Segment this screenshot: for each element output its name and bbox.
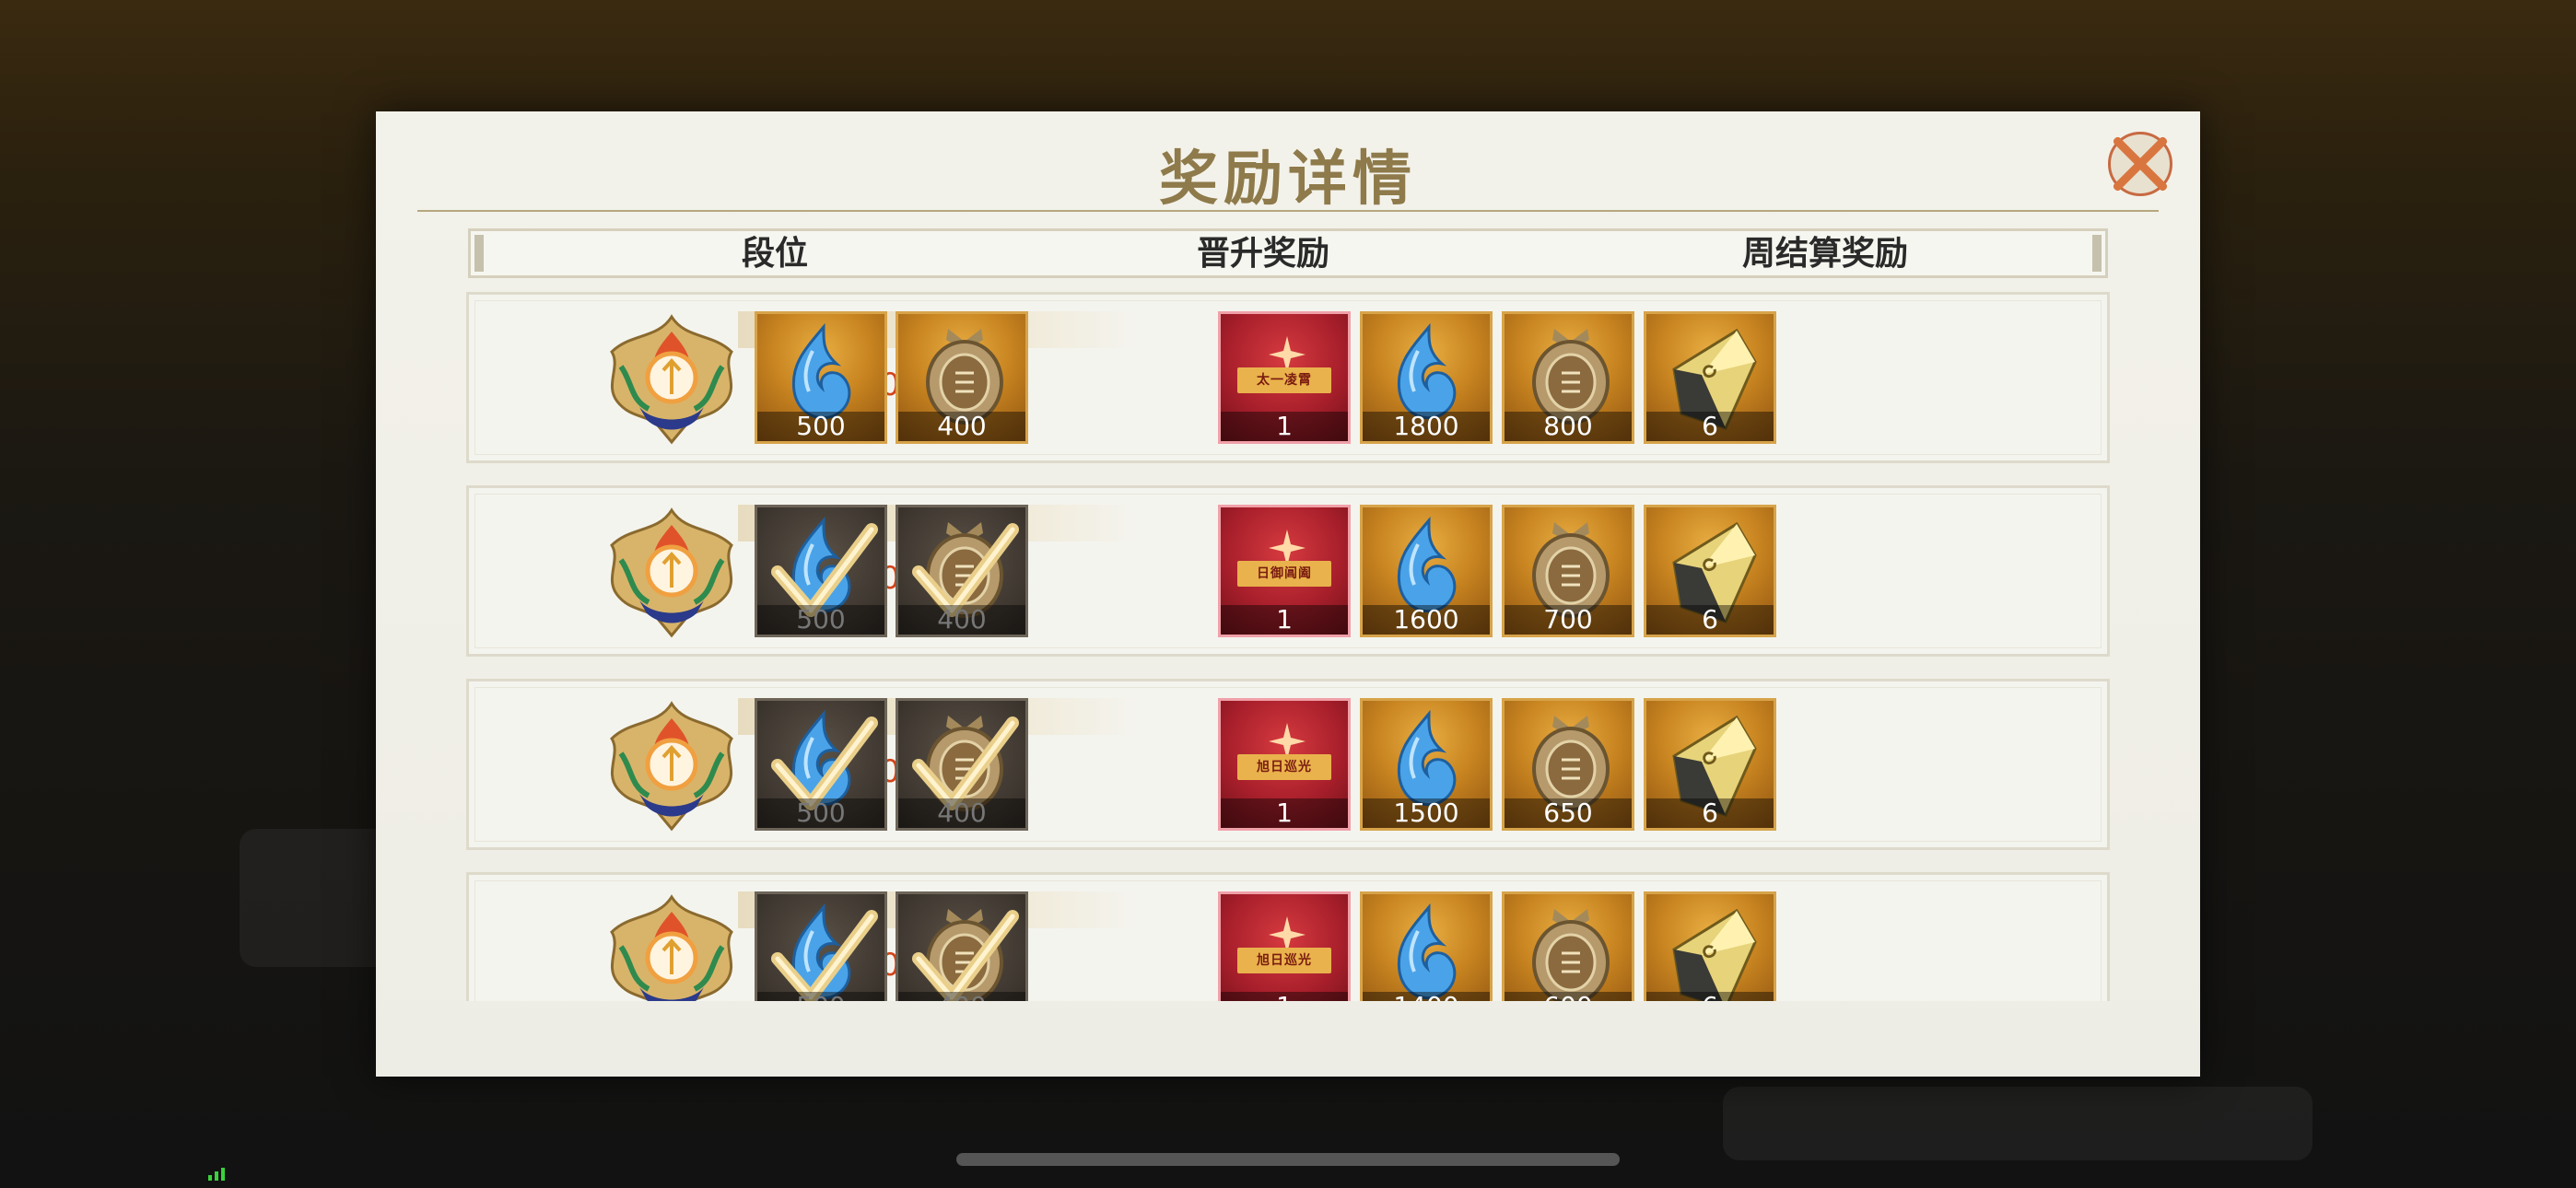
promotion-reward-item[interactable]: 500: [755, 311, 887, 444]
reward-count: 1400: [1363, 992, 1490, 1001]
weekly-reward-item[interactable]: 太一凌霄 1: [1218, 311, 1351, 444]
promotion-reward-item[interactable]: 400: [896, 311, 1028, 444]
reward-count: 500: [757, 992, 884, 1001]
reward-count: 400: [898, 605, 1025, 635]
reward-count: 1500: [1363, 798, 1490, 828]
reward-count: 1: [1221, 798, 1348, 828]
weekly-reward-item[interactable]: 650: [1502, 698, 1634, 831]
reward-count: 650: [1505, 798, 1632, 828]
weekly-reward-item[interactable]: 日御阊阖 1: [1218, 505, 1351, 637]
weekly-reward-item[interactable]: 6: [1644, 698, 1776, 831]
rank-row: 贯日Ⅶ积分6400+积分排名5%500400旭日巡光114006006: [466, 872, 2110, 1001]
reward-count: 6: [1646, 992, 1774, 1001]
header-promotion-rewards: 晋升奖励: [1196, 234, 1329, 273]
promotion-reward-item[interactable]: 500: [755, 891, 887, 1001]
reward-count: 1800: [1363, 412, 1490, 441]
rank-row: 贯日Ⅸ积分6400+积分排名11-64500400日御阊阖116007006: [466, 485, 2110, 657]
reward-count: 800: [1505, 412, 1632, 441]
rank-emblem-icon: [593, 891, 750, 1001]
weekly-reward-item[interactable]: 6: [1644, 311, 1776, 444]
dialog-title: 奖励详情: [1159, 145, 1417, 214]
promotion-reward-item[interactable]: 400: [896, 505, 1028, 637]
header-rank: 段位: [741, 234, 808, 273]
weekly-reward-item[interactable]: 800: [1502, 311, 1634, 444]
reward-count: 400: [898, 412, 1025, 441]
reward-count: 400: [898, 992, 1025, 1001]
reward-details-dialog: 奖励详情 段位 晋升奖励 周结算奖励 贯日Ⅹ积分6400+积分排名1-10500…: [376, 111, 2200, 1077]
signal-icon: [208, 1168, 225, 1181]
weekly-reward-item[interactable]: 旭日巡光 1: [1218, 891, 1351, 1001]
reward-count: 6: [1646, 412, 1774, 441]
promotion-reward-item[interactable]: 500: [755, 698, 887, 831]
reward-count: 1: [1221, 605, 1348, 635]
reward-count: 6: [1646, 798, 1774, 828]
title-card-banner: 旭日巡光: [1237, 948, 1331, 973]
reward-count: 500: [757, 412, 884, 441]
background-panel: [1723, 1087, 2313, 1160]
weekly-reward-item[interactable]: 700: [1502, 505, 1634, 637]
rank-list[interactable]: 贯日Ⅹ积分6400+积分排名1-10500400太一凌霄118008006贯日Ⅸ…: [376, 292, 2200, 1001]
weekly-reward-item[interactable]: 1400: [1360, 891, 1493, 1001]
weekly-reward-item[interactable]: 6: [1644, 891, 1776, 1001]
reward-count: 500: [757, 798, 884, 828]
reward-count: 1: [1221, 412, 1348, 441]
weekly-reward-item[interactable]: 6: [1644, 505, 1776, 637]
weekly-reward-item[interactable]: 旭日巡光 1: [1218, 698, 1351, 831]
title-card-banner: 日御阊阖: [1237, 561, 1331, 587]
weekly-reward-item[interactable]: 1500: [1360, 698, 1493, 831]
home-indicator: [956, 1153, 1620, 1166]
reward-count: 1: [1221, 992, 1348, 1001]
title-divider: [417, 210, 2159, 212]
rank-row: 贯日Ⅹ积分6400+积分排名1-10500400太一凌霄118008006: [466, 292, 2110, 463]
weekly-reward-item[interactable]: 1600: [1360, 505, 1493, 637]
reward-count: 1600: [1363, 605, 1490, 635]
table-header: 段位 晋升奖励 周结算奖励: [468, 228, 2108, 278]
rank-emblem-icon: [593, 698, 750, 834]
header-weekly-rewards: 周结算奖励: [1741, 234, 1908, 273]
weekly-reward-item[interactable]: 1800: [1360, 311, 1493, 444]
title-card-banner: 旭日巡光: [1237, 754, 1331, 780]
promotion-reward-item[interactable]: 400: [896, 698, 1028, 831]
rank-row: 贯日Ⅷ积分6400+积分排名1%500400旭日巡光115006506: [466, 679, 2110, 850]
promotion-reward-item[interactable]: 500: [755, 505, 887, 637]
rank-emblem-icon: [593, 505, 750, 641]
reward-count: 600: [1505, 992, 1632, 1001]
weekly-reward-item[interactable]: 600: [1502, 891, 1634, 1001]
reward-count: 700: [1505, 605, 1632, 635]
reward-count: 400: [898, 798, 1025, 828]
rank-emblem-icon: [593, 311, 750, 448]
promotion-reward-item[interactable]: 400: [896, 891, 1028, 1001]
reward-count: 6: [1646, 605, 1774, 635]
close-icon[interactable]: [2108, 132, 2172, 196]
reward-count: 500: [757, 605, 884, 635]
title-card-banner: 太一凌霄: [1237, 367, 1331, 393]
